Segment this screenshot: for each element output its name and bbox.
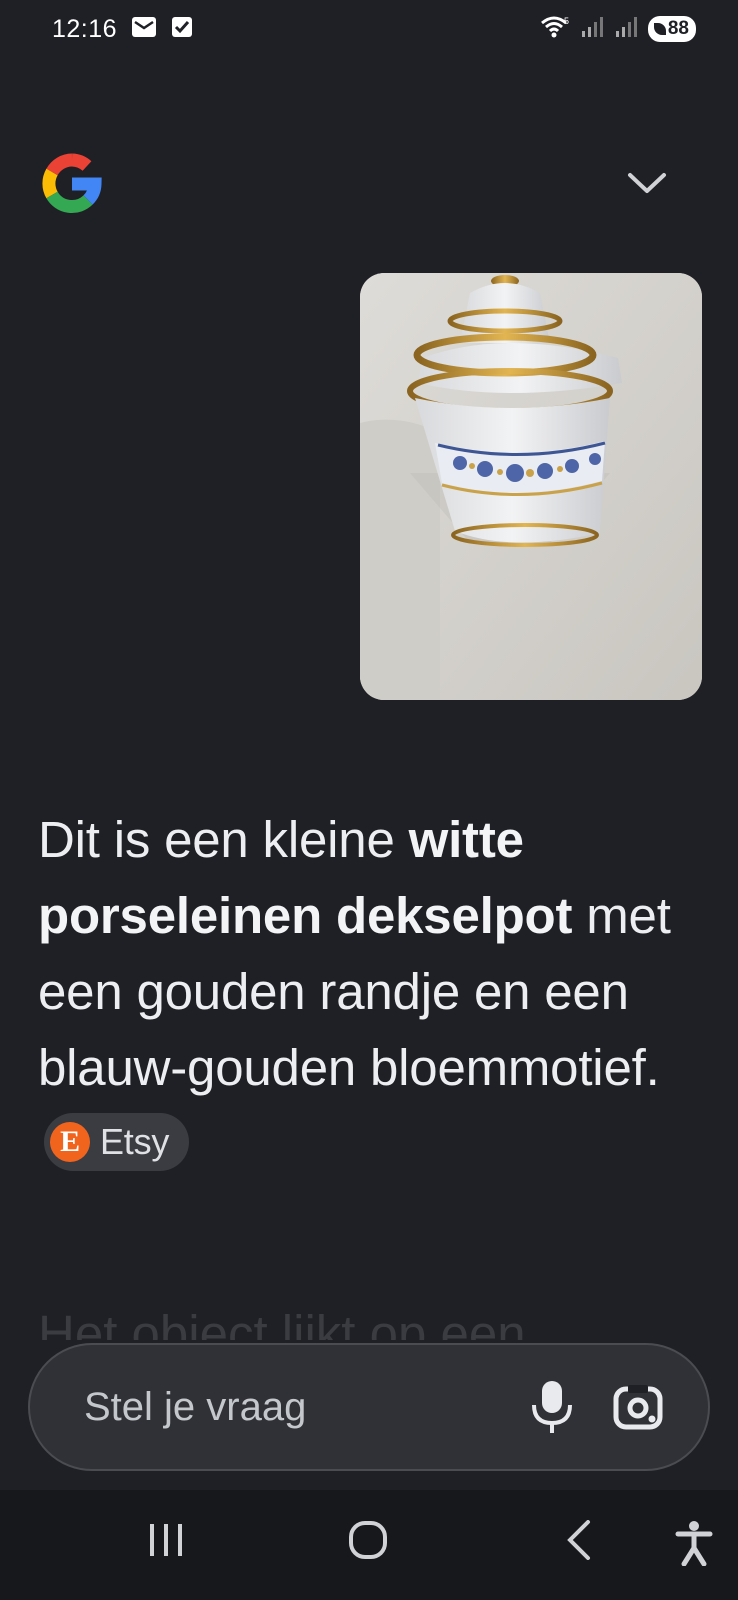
back-icon[interactable] <box>560 1520 600 1565</box>
chevron-down-icon[interactable] <box>624 168 670 203</box>
answer-text: Dit is een kleine witte porseleinen deks… <box>38 802 718 1182</box>
wifi-icon: 5 <box>540 14 572 45</box>
home-icon[interactable] <box>348 1520 388 1565</box>
battery-indicator: 88 <box>647 16 696 42</box>
google-g-icon <box>38 148 106 223</box>
etsy-icon: E <box>50 1121 90 1162</box>
status-time: 12:16 <box>52 14 118 43</box>
status-bar: 12:16 5 88 <box>0 0 738 58</box>
porcelain-jar-photo <box>360 273 702 700</box>
mail-icon <box>131 16 157 43</box>
faded-next-line: Het object lijkt op een <box>38 1305 526 1340</box>
uploaded-photo[interactable] <box>360 273 702 700</box>
signal-icon <box>580 15 606 44</box>
source-chip-label: Etsy <box>100 1120 170 1162</box>
answer-part-1: Dit is een kleine <box>38 811 409 868</box>
source-chip-etsy[interactable]: E Etsy <box>44 1112 190 1171</box>
power-saving-icon <box>653 23 666 35</box>
header <box>0 148 738 224</box>
svg-text:5: 5 <box>564 16 569 26</box>
signal-icon-2 <box>614 15 640 44</box>
search-bar[interactable]: Stel je vraag <box>28 1343 710 1471</box>
system-nav-bar <box>0 1490 738 1600</box>
accessibility-icon[interactable] <box>674 1520 714 1571</box>
recent-apps-icon[interactable] <box>146 1520 186 1565</box>
task-check-icon <box>171 16 193 43</box>
status-left: 12:16 <box>52 15 193 44</box>
microphone-icon[interactable] <box>530 1379 574 1440</box>
battery-level: 88 <box>667 18 689 39</box>
status-right: 5 88 <box>540 14 696 45</box>
google-lens-icon[interactable] <box>610 1379 666 1440</box>
